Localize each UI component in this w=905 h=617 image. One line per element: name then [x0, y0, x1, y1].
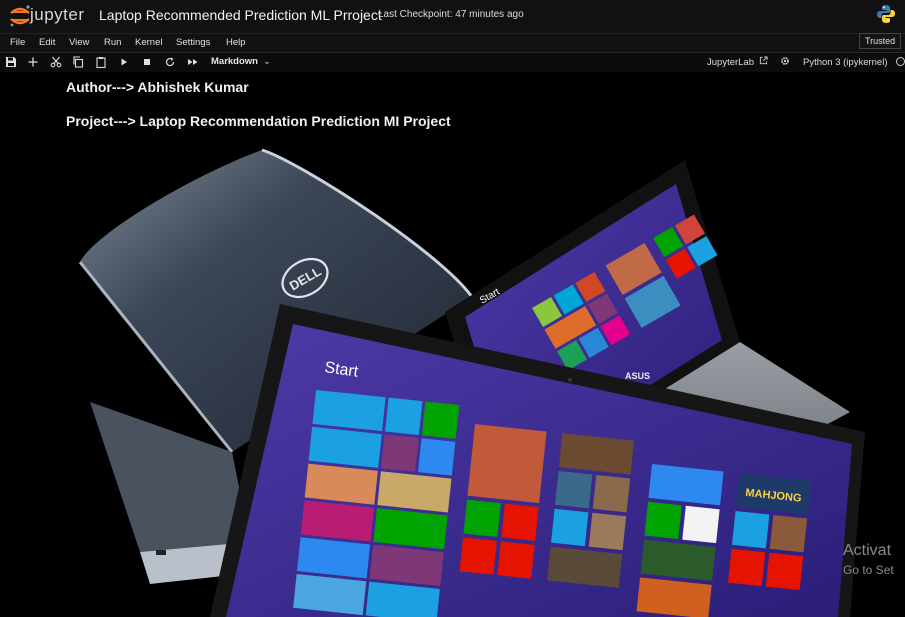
cut-icon[interactable] — [50, 56, 62, 68]
cell-type-dropdown[interactable]: Markdown ⌄ — [211, 56, 271, 67]
kernel-status-icon — [896, 57, 905, 66]
menu-settings[interactable]: Settings — [176, 37, 210, 48]
chevron-down-icon: ⌄ — [262, 56, 271, 67]
menu-bar: File Edit View Run Kernel Settings Help — [0, 33, 905, 52]
asus-logo: ASUS — [625, 371, 650, 381]
kernel-name[interactable]: Python 3 (ipykernel) — [803, 57, 887, 68]
menu-file[interactable]: File — [10, 37, 25, 48]
project-line: Project---> Laptop Recommendation Predic… — [66, 113, 451, 129]
restart-icon[interactable] — [164, 56, 176, 68]
menu-help[interactable]: Help — [226, 37, 246, 48]
menu-kernel[interactable]: Kernel — [135, 37, 162, 48]
menu-run[interactable]: Run — [104, 37, 121, 48]
save-icon[interactable] — [5, 56, 17, 68]
notebook-content: DELL Start ASUS Start MAHJONG Author--->… — [0, 72, 905, 617]
menu-edit[interactable]: Edit — [39, 37, 55, 48]
activate-windows-watermark: Activat Go to Set — [843, 542, 894, 577]
notebook-title[interactable]: Laptop Recommended Prediction ML Prrojec… — [99, 7, 382, 23]
author-line: Author---> Abhishek Kumar — [66, 79, 249, 95]
python-logo-icon — [877, 5, 895, 23]
gear-icon[interactable] — [780, 56, 790, 66]
copy-icon[interactable] — [72, 56, 84, 68]
run-icon[interactable] — [118, 56, 130, 68]
add-cell-icon[interactable] — [27, 56, 39, 68]
laptops-image: DELL Start ASUS Start MAHJONG — [78, 148, 865, 617]
run-all-icon[interactable] — [187, 56, 199, 68]
menu-view[interactable]: View — [69, 37, 89, 48]
watermark-line-1: Activat — [843, 542, 892, 559]
notebook-toolbar: Markdown ⌄ JupyterLab Python 3 (ipykernel… — [0, 52, 905, 73]
open-jupyterlab-link[interactable]: JupyterLab — [707, 57, 754, 68]
last-checkpoint: Last Checkpoint: 47 minutes ago — [378, 9, 524, 20]
notebook-header: jupyter Laptop Recommended Prediction ML… — [0, 0, 905, 33]
watermark-line-2: Go to Set — [843, 563, 894, 577]
stop-icon[interactable] — [141, 56, 153, 68]
trusted-indicator[interactable]: Trusted — [859, 33, 902, 49]
paste-icon[interactable] — [95, 56, 107, 68]
external-link-icon — [759, 56, 768, 65]
jupyter-logo-text: jupyter — [30, 5, 85, 24]
